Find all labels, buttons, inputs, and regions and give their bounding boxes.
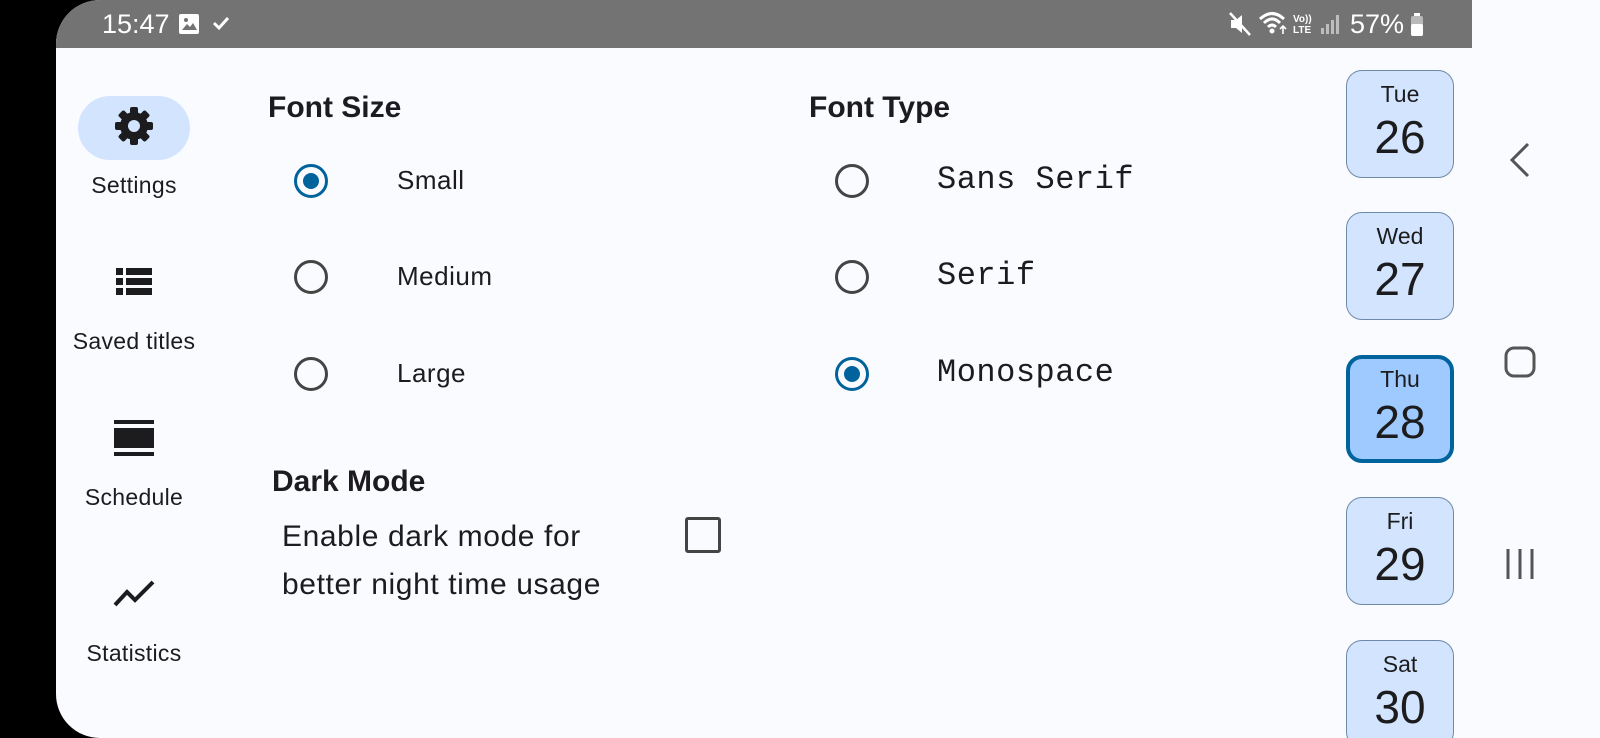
- back-icon[interactable]: [1508, 142, 1532, 183]
- status-time: 15:47: [102, 9, 170, 39]
- font-type-label-sans-serif: Sans Serif: [937, 161, 1135, 198]
- day-card-tue[interactable]: Tue 26: [1346, 70, 1454, 178]
- check-icon: [212, 15, 230, 36]
- rail-item-statistics[interactable]: Statistics: [56, 564, 224, 667]
- status-bar: 15:47 Vo)) LTE 57%: [56, 0, 1472, 48]
- rail-pill-settings: [78, 96, 190, 160]
- font-size-option-small[interactable]: [294, 151, 328, 211]
- home-icon[interactable]: [1504, 346, 1536, 383]
- day-card-fri[interactable]: Fri 29: [1346, 497, 1454, 605]
- font-type-label-monospace: Monospace: [937, 354, 1115, 391]
- battery-icon: [1410, 13, 1424, 41]
- day-number: 27: [1374, 253, 1426, 305]
- dark-mode-title: Dark Mode: [272, 465, 426, 498]
- recents-icon[interactable]: [1504, 547, 1536, 586]
- chart-line-icon: [113, 579, 155, 614]
- svg-text:Vo)): Vo)): [1293, 14, 1312, 25]
- font-size-label-medium: Medium: [397, 261, 493, 291]
- day-number: 28: [1374, 396, 1426, 448]
- radio-medium[interactable]: [294, 260, 328, 294]
- signal-icon: [1320, 14, 1342, 39]
- font-type-option-monospace[interactable]: [835, 344, 869, 404]
- rail-label-saved-titles: Saved titles: [72, 328, 196, 354]
- font-size-option-medium[interactable]: [294, 247, 328, 307]
- battery-percent: 57%: [1350, 9, 1405, 39]
- system-nav-bar: [1472, 0, 1600, 738]
- day-number: 29: [1374, 538, 1426, 590]
- font-type-label-serif: Serif: [937, 257, 1036, 294]
- rail-item-settings[interactable]: Settings: [56, 96, 224, 199]
- font-type-title: Font Type: [809, 91, 951, 124]
- volte-icon: Vo)) LTE: [1292, 12, 1316, 41]
- radio-sans-serif[interactable]: [835, 164, 869, 198]
- day-number: 26: [1374, 111, 1426, 163]
- day-name: Tue: [1380, 81, 1420, 107]
- day-name: Sat: [1382, 651, 1418, 677]
- dark-mode-checkbox[interactable]: [685, 517, 721, 553]
- rail-pill-saved-titles: [78, 252, 190, 316]
- radio-serif[interactable]: [835, 260, 869, 294]
- font-size-title: Font Size: [268, 91, 402, 124]
- wifi-icon: [1258, 10, 1290, 41]
- font-type-option-sans-serif[interactable]: [835, 151, 869, 211]
- font-type-option-serif[interactable]: [835, 247, 869, 307]
- font-size-label-large: Large: [397, 358, 466, 388]
- dark-mode-description-line2: better night time usage: [282, 568, 601, 601]
- mute-icon: [1228, 11, 1252, 42]
- schedule-icon: [113, 418, 155, 463]
- list-icon: [114, 265, 154, 304]
- day-card-thu[interactable]: Thu 28: [1346, 355, 1454, 463]
- gear-icon: [113, 105, 155, 152]
- rail-item-schedule[interactable]: Schedule: [56, 408, 224, 511]
- rail-pill-statistics: [78, 564, 190, 628]
- radio-large[interactable]: [294, 357, 328, 391]
- app-screen: 15:47 Vo)) LTE 57% Settings Saved titles…: [56, 0, 1472, 738]
- rail-item-saved-titles[interactable]: Saved titles: [56, 252, 224, 355]
- day-name: Thu: [1380, 366, 1420, 392]
- rail-label-settings: Settings: [91, 172, 177, 198]
- font-size-option-large[interactable]: [294, 344, 328, 404]
- dark-mode-description-line1: Enable dark mode for: [282, 520, 581, 553]
- rail-label-schedule: Schedule: [84, 484, 184, 510]
- svg-text:LTE: LTE: [1293, 25, 1311, 36]
- rail-label-statistics: Statistics: [86, 640, 182, 666]
- radio-monospace[interactable]: [835, 357, 869, 391]
- day-name: Fri: [1386, 508, 1414, 534]
- rail-pill-schedule: [78, 408, 190, 472]
- day-card-wed[interactable]: Wed 27: [1346, 212, 1454, 320]
- day-name: Wed: [1376, 223, 1424, 249]
- day-card-sat[interactable]: Sat 30: [1346, 640, 1454, 738]
- image-icon: [178, 13, 200, 40]
- day-number: 30: [1374, 681, 1426, 733]
- radio-small[interactable]: [294, 164, 328, 198]
- font-size-label-small: Small: [397, 165, 465, 195]
